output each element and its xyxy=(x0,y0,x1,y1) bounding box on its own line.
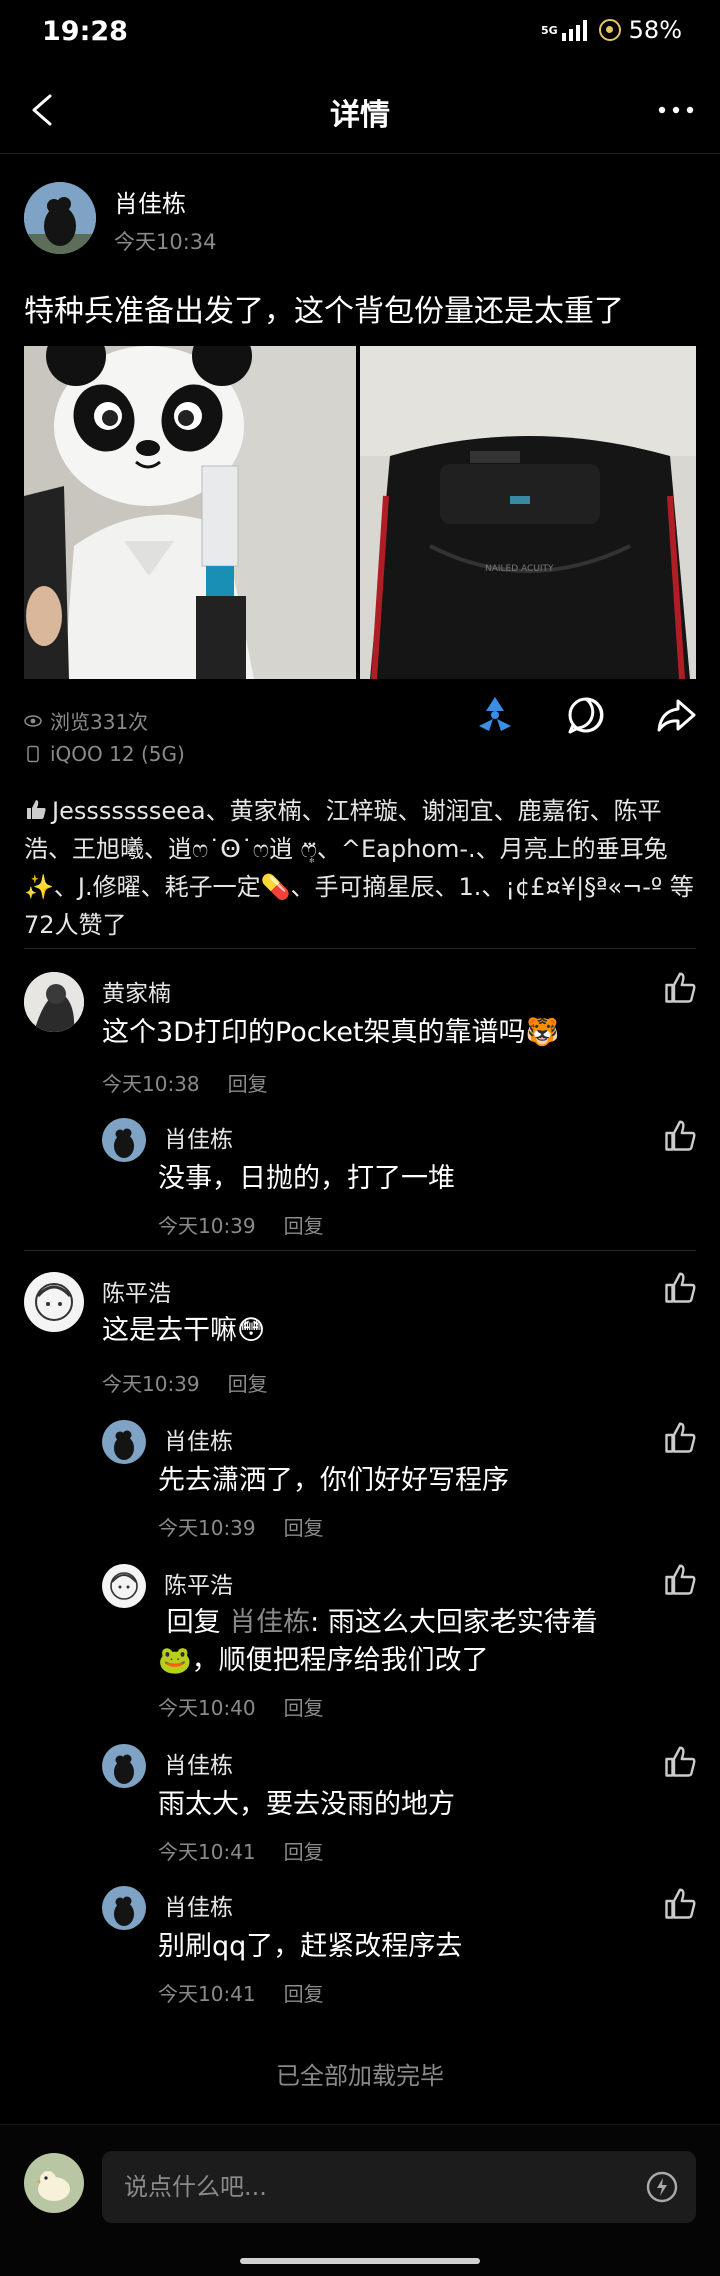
reply-avatar[interactable] xyxy=(102,1420,146,1464)
reply-button[interactable]: 回复 xyxy=(284,1978,324,2007)
likes-list[interactable]: Jessssssseea、黄家楠、江梓璇、谢润宜、鹿嘉衔、陈平浩、王旭曦、逍ෆ˙… xyxy=(24,792,700,944)
reply-time: 今天10:39 xyxy=(158,1516,256,1540)
reply-button[interactable]: 回复 xyxy=(284,1512,324,1541)
reply-time: 今天10:40 xyxy=(158,1696,256,1720)
device-info: iQOO 12 (5G) xyxy=(24,742,185,766)
network-type: 5G xyxy=(540,23,558,37)
divider xyxy=(24,948,696,949)
svg-text:NAILED ACUITY: NAILED ACUITY xyxy=(485,564,554,574)
reply-meta: 今天10:41 回复 xyxy=(158,1978,324,2007)
emoji-icon[interactable] xyxy=(644,2169,680,2205)
likes-text: Jessssssseea、黄家楠、江梓璇、谢润宜、鹿嘉衔、陈平浩、王旭曦、逍ෆ˙… xyxy=(24,797,694,939)
reply-like-icon[interactable] xyxy=(662,1744,698,1780)
reply-author[interactable]: 肖佳栋 xyxy=(164,1746,233,1780)
comment-text: 这个3D打印的Pocket架真的靠谱吗🐯 xyxy=(102,1017,560,1048)
reply-button[interactable]: 回复 xyxy=(284,1836,324,1865)
post-author-avatar[interactable] xyxy=(24,182,96,254)
post-text: 特种兵准备出发了，这个背包份量还是太重了 xyxy=(24,294,624,329)
thumbs-up-icon xyxy=(24,792,52,830)
status-bar: 19:28 5G 58% xyxy=(0,0,720,66)
post-time: 今天10:34 xyxy=(114,230,217,254)
reply-like-icon[interactable] xyxy=(662,1562,698,1598)
reply-button[interactable]: 回复 xyxy=(228,1068,268,1097)
comment-meta: 今天10:38 回复 xyxy=(102,1068,268,1097)
post-image-backpack[interactable]: NAILED ACUITY xyxy=(360,346,696,679)
reply-avatar[interactable] xyxy=(102,1744,146,1788)
phone-icon xyxy=(27,745,39,763)
status-time: 19:28 xyxy=(42,16,128,47)
like-post-icon[interactable] xyxy=(473,693,517,737)
my-avatar[interactable] xyxy=(24,2153,84,2213)
reply-text-line1: : 雨这么大回家老实待着 xyxy=(310,1607,598,1638)
comment-author[interactable]: 黄家楠 xyxy=(102,974,171,1008)
signal-icon xyxy=(561,19,587,41)
comment-like-icon[interactable] xyxy=(662,1270,698,1306)
reply-time: 今天10:39 xyxy=(158,1214,256,1238)
reply-author[interactable]: 肖佳栋 xyxy=(164,1120,233,1154)
comment-author[interactable]: 陈平浩 xyxy=(102,1274,171,1308)
battery-level: 58% xyxy=(628,16,682,44)
comment-meta: 今天10:39 回复 xyxy=(102,1368,268,1397)
comment-input[interactable] xyxy=(124,2151,604,2223)
battery-icon xyxy=(598,19,621,41)
reply-target[interactable]: 肖佳栋 xyxy=(229,1607,310,1638)
reply-text: 雨太大，要去没雨的地方 xyxy=(158,1789,455,1820)
share-icon[interactable] xyxy=(654,693,698,737)
reply-time: 今天10:41 xyxy=(158,1982,256,2006)
comment-like-icon[interactable] xyxy=(662,970,698,1006)
comment-avatar[interactable] xyxy=(24,1272,84,1332)
reply-like-icon[interactable] xyxy=(662,1886,698,1922)
comment-text: 这是去干嘛😳 xyxy=(102,1315,266,1346)
reply-meta: 今天10:41 回复 xyxy=(158,1836,324,1865)
reply-button[interactable]: 回复 xyxy=(284,1692,324,1721)
reply-like-icon[interactable] xyxy=(662,1420,698,1456)
comment-input-box[interactable] xyxy=(102,2151,696,2223)
post-author-name[interactable]: 肖佳栋 xyxy=(114,184,186,219)
reply-meta: 今天10:39 回复 xyxy=(158,1512,324,1541)
view-count: 浏览331次 xyxy=(24,706,148,735)
reply-avatar[interactable] xyxy=(102,1886,146,1930)
reply-author[interactable]: 陈平浩 xyxy=(164,1566,233,1600)
reply-meta: 今天10:40 回复 xyxy=(158,1692,324,1721)
nav-bar: 详情 xyxy=(0,66,720,154)
reply-text: 别刷qq了，赶紧改程序去 xyxy=(158,1931,463,1962)
reply-author[interactable]: 肖佳栋 xyxy=(164,1422,233,1456)
post-image-panda-selfie[interactable] xyxy=(24,346,356,679)
reply-text: 回复 肖佳栋: 雨这么大回家老实待着 🐸，顺便把程序给我们改了 xyxy=(158,1604,598,1680)
reply-text-line2: 🐸，顺便把程序给我们改了 xyxy=(158,1645,489,1676)
status-icons: 5G 58% xyxy=(541,16,682,44)
view-count-text: 浏览331次 xyxy=(50,710,149,734)
reply-avatar[interactable] xyxy=(102,1564,146,1608)
reply-meta: 今天10:39 回复 xyxy=(158,1210,324,1239)
eye-icon xyxy=(24,714,42,727)
reply-prefix: 回复 xyxy=(158,1607,230,1638)
comment-time: 今天10:38 xyxy=(102,1072,200,1096)
reply-button[interactable]: 回复 xyxy=(284,1210,324,1239)
comment-time: 今天10:39 xyxy=(102,1372,200,1396)
device-text: iQOO 12 (5G) xyxy=(50,742,185,766)
home-indicator xyxy=(240,2258,480,2264)
comment-avatar[interactable] xyxy=(24,972,84,1032)
more-icon[interactable] xyxy=(654,88,698,132)
comment-icon[interactable] xyxy=(564,693,608,737)
reply-author[interactable]: 肖佳栋 xyxy=(164,1888,233,1922)
end-of-list-text: 已全部加载完毕 xyxy=(276,2062,444,2090)
page-title: 详情 xyxy=(330,98,390,133)
comment-input-bar xyxy=(0,2124,720,2276)
divider xyxy=(24,1250,696,1251)
reply-time: 今天10:41 xyxy=(158,1840,256,1864)
reply-button[interactable]: 回复 xyxy=(228,1368,268,1397)
reply-avatar[interactable] xyxy=(102,1118,146,1162)
reply-like-icon[interactable] xyxy=(662,1118,698,1154)
reply-text: 先去潇洒了，你们好好写程序 xyxy=(158,1465,509,1496)
reply-text: 没事，日抛的，打了一堆 xyxy=(158,1163,455,1194)
